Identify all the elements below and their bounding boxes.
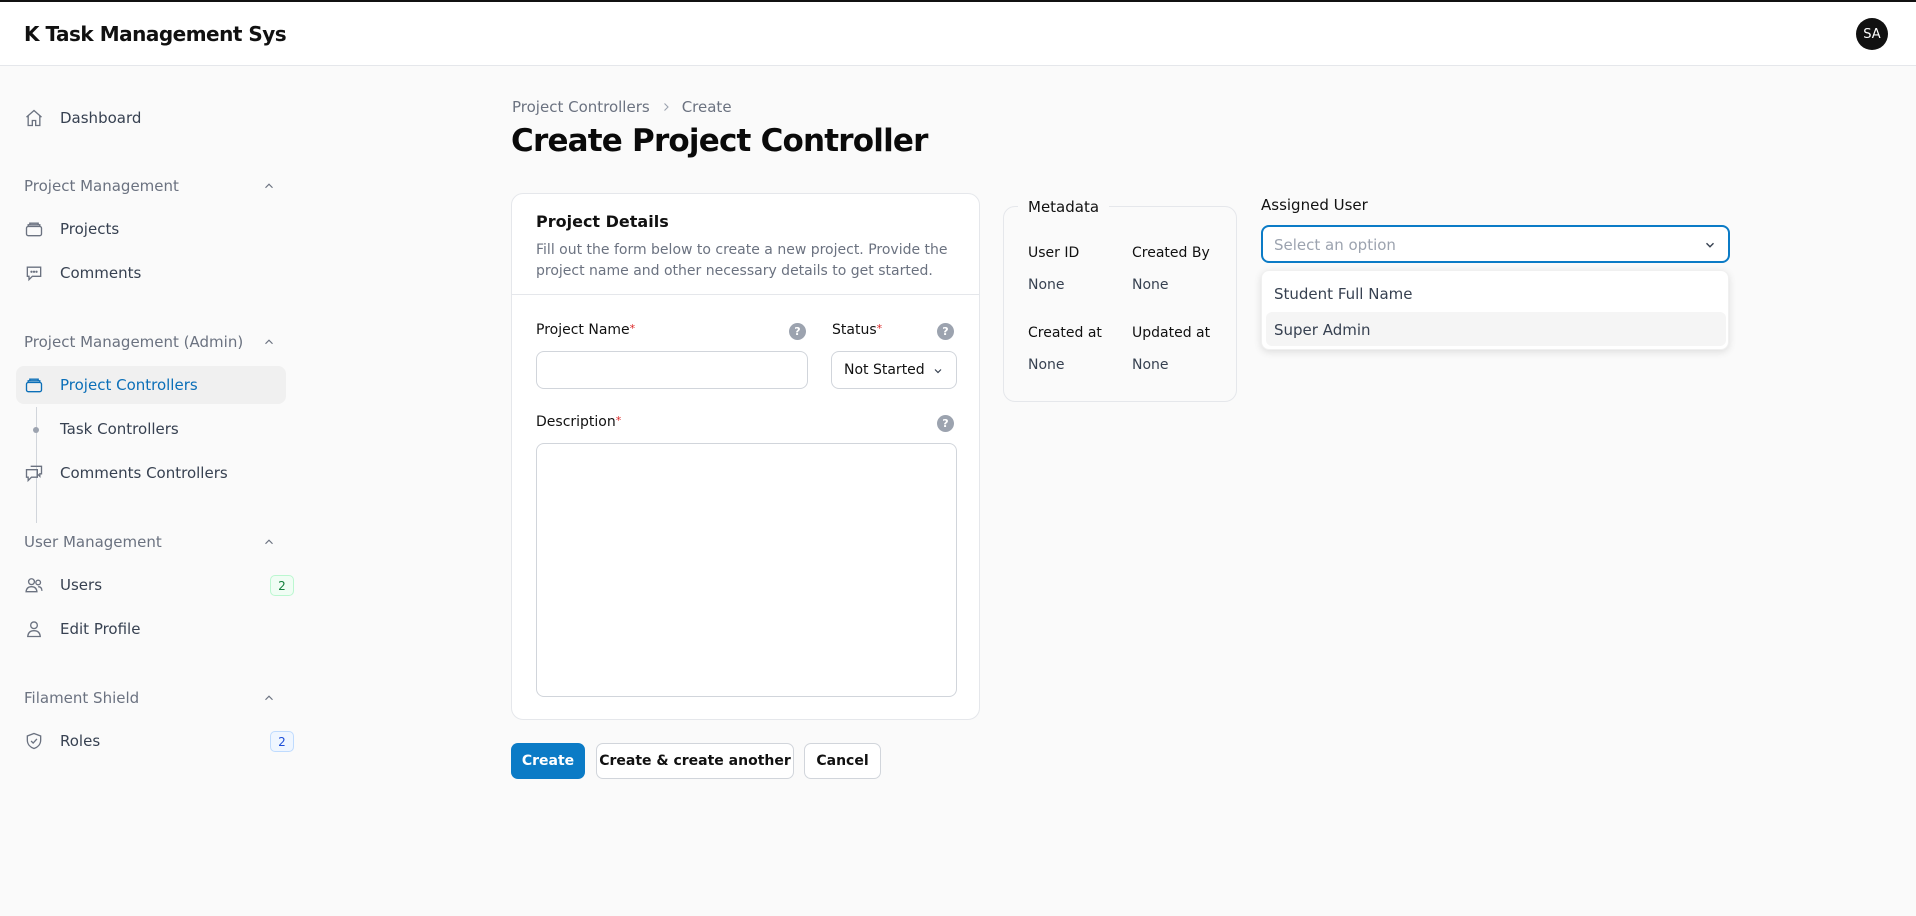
sidebar-item-comments-controllers[interactable]: Comments Controllers <box>16 454 286 492</box>
sidebar-item-label: Comments Controllers <box>60 464 228 482</box>
create-and-create-another-button[interactable]: Create & create another <box>596 743 794 779</box>
chevron-down-icon[interactable] <box>1703 238 1717 252</box>
sidebar-item-project-controllers[interactable]: Project Controllers <box>16 366 286 404</box>
chevron-up-icon[interactable] <box>262 179 276 193</box>
help-icon[interactable]: ? <box>937 415 954 432</box>
sidebar-group-filament-shield[interactable]: Filament Shield <box>24 689 139 707</box>
shield-check-icon <box>26 732 42 750</box>
created-at-value: None <box>1028 357 1065 373</box>
divider <box>512 294 979 295</box>
updated-at-value: None <box>1132 357 1169 373</box>
app-title[interactable]: K Task Management Sys <box>24 22 287 46</box>
help-icon[interactable]: ? <box>937 323 954 340</box>
section-title: Project Details <box>536 212 669 231</box>
project-name-label: Project Name* <box>536 322 636 338</box>
page-title: Create Project Controller <box>511 123 928 159</box>
updated-at-label: Updated at <box>1132 325 1211 341</box>
sidebar-item-roles[interactable]: Roles 2 <box>16 722 294 760</box>
option-label: Student Full Name <box>1274 285 1413 303</box>
topbar: K Task Management Sys SA <box>0 2 1916 66</box>
archive-icon <box>25 222 43 237</box>
sidebar-item-projects[interactable]: Projects <box>16 210 286 248</box>
assigned-user-select[interactable]: Select an option <box>1261 225 1730 263</box>
sidebar-item-label: Users <box>60 576 103 594</box>
required-mark: * <box>629 322 636 335</box>
project-name-input[interactable] <box>536 351 808 389</box>
user-id-value: None <box>1028 277 1065 293</box>
chevron-up-icon[interactable] <box>262 691 276 705</box>
users-count-badge: 2 <box>270 575 294 596</box>
chevron-down-icon <box>934 369 942 374</box>
dropdown-option-student-full-name[interactable]: Student Full Name <box>1266 276 1726 310</box>
created-by-value: None <box>1132 277 1169 293</box>
option-label: Super Admin <box>1274 321 1371 339</box>
sidebar-item-label: Comments <box>60 264 142 282</box>
sidebar-group-project-management-admin[interactable]: Project Management (Admin) <box>24 333 243 351</box>
chevron-right-icon <box>663 103 669 111</box>
created-by-label: Created By <box>1132 245 1210 261</box>
sidebar-item-label: Edit Profile <box>60 620 141 638</box>
breadcrumb-current: Create <box>681 98 732 116</box>
chevron-up-icon[interactable] <box>262 335 276 349</box>
sidebar-item-comments[interactable]: Comments <box>16 254 286 292</box>
sidebar-item-label: Projects <box>60 220 120 238</box>
breadcrumb-parent-link[interactable]: Project Controllers <box>512 98 650 116</box>
chevron-up-icon[interactable] <box>262 535 276 549</box>
metadata-fieldset: Metadata User ID None Created By None Cr… <box>1003 198 1237 402</box>
sidebar-item-label: Dashboard <box>60 109 142 127</box>
assigned-user-placeholder: Select an option <box>1274 236 1396 254</box>
breadcrumb: Project Controllers Create <box>512 98 732 116</box>
chat-bubbles-icon <box>25 465 43 483</box>
help-icon[interactable]: ? <box>789 323 806 340</box>
sidebar-item-task-controllers[interactable]: Task Controllers <box>16 410 286 448</box>
sidebar-group-project-management[interactable]: Project Management <box>24 177 179 195</box>
user-id-label: User ID <box>1028 245 1080 261</box>
status-label: Status* <box>832 322 883 338</box>
sidebar-group-user-management[interactable]: User Management <box>24 533 162 551</box>
section-description: Fill out the form below to create a new … <box>536 242 948 279</box>
sidebar-item-users[interactable]: Users 2 <box>16 566 294 604</box>
home-icon <box>26 109 42 127</box>
status-value: Not Started <box>844 362 925 378</box>
created-at-label: Created at <box>1028 325 1102 341</box>
assigned-user-dropdown: Student Full Name Super Admin <box>1261 270 1729 350</box>
status-select[interactable]: Not Started <box>831 351 957 389</box>
create-button[interactable]: Create <box>511 743 585 779</box>
metadata-legend: Metadata <box>1018 198 1110 216</box>
cancel-button[interactable]: Cancel <box>804 743 881 779</box>
assigned-user-label: Assigned User <box>1261 196 1368 214</box>
sidebar-item-dashboard[interactable]: Dashboard <box>16 99 286 137</box>
roles-count-badge: 2 <box>270 731 294 752</box>
sidebar-item-label: Project Controllers <box>60 376 198 394</box>
sidebar: Dashboard Project Management Projects Co… <box>0 67 294 916</box>
chat-bubble-icon <box>26 266 42 282</box>
dropdown-option-super-admin[interactable]: Super Admin <box>1266 312 1726 346</box>
sidebar-item-label: Roles <box>60 732 101 750</box>
sidebar-item-edit-profile[interactable]: Edit Profile <box>16 610 286 648</box>
description-textarea[interactable] <box>536 443 957 697</box>
project-details-card: Project Details Fill out the form below … <box>511 193 980 720</box>
required-mark: * <box>615 414 622 427</box>
archive-icon <box>25 378 43 393</box>
required-mark: * <box>876 322 883 335</box>
users-icon <box>25 578 43 593</box>
user-avatar[interactable]: SA <box>1856 18 1888 50</box>
user-icon <box>27 621 41 638</box>
description-label: Description* <box>536 414 622 430</box>
sidebar-item-label: Task Controllers <box>60 420 179 438</box>
